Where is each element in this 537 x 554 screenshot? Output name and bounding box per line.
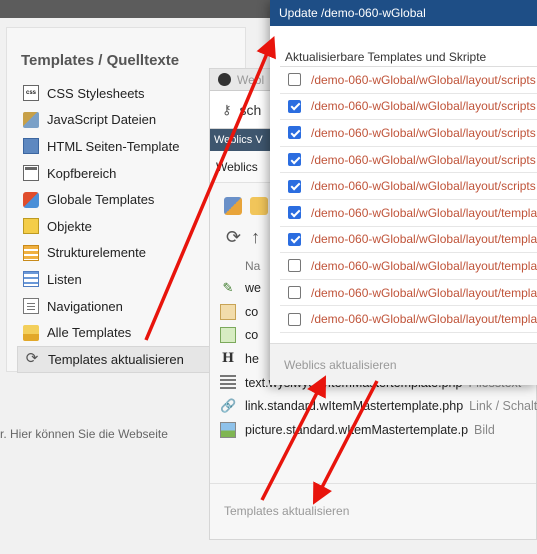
toolbar-secondary: ⟳ ↑ (226, 227, 260, 248)
weblics-update-button[interactable]: Weblics aktualisieren (284, 358, 397, 372)
file-path: /demo-060-wGlobal/wGlobal/layout/scripts (311, 72, 536, 87)
file-name: he (245, 351, 259, 366)
dialog-file-row[interactable]: /demo-060-wGlobal/wGlobal/layout/scripts (280, 94, 537, 121)
toolbar (224, 197, 268, 215)
dialog-file-row[interactable]: /demo-060-wGlobal/wGlobal/layout/templa (280, 200, 537, 227)
folder-icon[interactable] (250, 197, 268, 215)
dialog-file-row[interactable]: /demo-060-wGlobal/wGlobal/layout/templa (280, 306, 537, 333)
file-path: /demo-060-wGlobal/wGlobal/layout/templa (311, 258, 537, 273)
file-checkbox[interactable] (288, 259, 301, 273)
objects-icon (23, 218, 39, 235)
up-arrow-icon[interactable]: ↑ (251, 227, 260, 248)
file-checkbox[interactable] (288, 286, 301, 300)
picture-icon (220, 421, 236, 438)
file-checkbox[interactable] (288, 206, 301, 220)
menu-item-label: Strukturelemente (47, 245, 146, 261)
templates-update-button[interactable]: Templates aktualisieren (224, 504, 349, 518)
search-text[interactable]: sch (240, 102, 262, 118)
link-icon: 🔗 (220, 398, 237, 414)
dialog-file-row[interactable]: /demo-060-wGlobal/wGlobal/layout/templa (280, 280, 537, 307)
dialog-title: Update /demo-060-wGlobal (270, 0, 537, 26)
app-icon (218, 73, 231, 86)
menu-item-label: Templates aktualisieren (48, 351, 184, 367)
file-path: /demo-060-wGlobal/wGlobal/layout/templa (311, 285, 537, 300)
menu-item-label: Navigationen (47, 298, 123, 314)
file-row[interactable]: picture.standard.wItemMastertemplate.p Bi… (220, 418, 536, 442)
heading-icon: H (221, 350, 235, 366)
dialog-file-row[interactable]: /demo-060-wGlobal/wGlobal/layout/scripts (280, 173, 537, 200)
structure-elements-icon (23, 244, 39, 261)
menu-item-label: Globale Templates (47, 192, 155, 208)
file-checkbox[interactable] (288, 179, 301, 193)
dialog-file-row[interactable]: /demo-060-wGlobal/wGlobal/layout/scripts (280, 147, 537, 174)
window-footer: Templates aktualisieren (210, 483, 536, 539)
file-name: link.standard.wItemMastertemplate.php (245, 399, 464, 414)
text-lines-icon (220, 374, 236, 391)
description-text: r. Hier können Sie die Webseite (0, 427, 168, 441)
section-label: Weblics (216, 159, 258, 174)
menu-item-label: Kopfbereich (47, 165, 117, 181)
all-templates-folder-icon (23, 324, 39, 341)
css-file-icon: css (23, 85, 39, 102)
menu-item-label: Listen (47, 271, 82, 287)
file-path: /demo-060-wGlobal/wGlobal/layout/scripts (311, 179, 536, 194)
file-name: co (245, 304, 259, 319)
file-path: /demo-060-wGlobal/wGlobal/layout/scripts (311, 152, 536, 167)
update-dialog: Update /demo-060-wGlobal Aktualisierbare… (270, 0, 537, 385)
file-checkbox[interactable] (288, 232, 301, 246)
template-green-icon (220, 327, 236, 344)
global-templates-icon (23, 191, 39, 208)
key-icon: ⚷ (222, 101, 232, 117)
reload-icon[interactable]: ⟳ (226, 227, 241, 248)
dialog-file-row[interactable]: /demo-060-wGlobal/wGlobal/layout/templa (280, 253, 537, 280)
file-name: co (245, 328, 259, 343)
dialog-file-row[interactable]: /demo-060-wGlobal/wGlobal/layout/templa (280, 227, 537, 254)
file-checkbox[interactable] (288, 312, 301, 326)
file-path: /demo-060-wGlobal/wGlobal/layout/templa (311, 232, 537, 247)
file-type: Link / Schaltf (469, 399, 537, 414)
dialog-file-row[interactable]: /demo-060-wGlobal/wGlobal/layout/scripts (280, 67, 537, 94)
file-path: /demo-060-wGlobal/wGlobal/layout/scripts (311, 125, 536, 140)
header-icon (23, 165, 39, 182)
edit-pen-icon: ✎ (222, 279, 234, 295)
file-path: /demo-060-wGlobal/wGlobal/layout/templa (311, 205, 537, 220)
menu-item-label: Objekte (47, 218, 92, 234)
window-title: Webl (237, 72, 265, 87)
file-name: picture.standard.wItemMastertemplate.p (245, 422, 469, 437)
panel-title: Templates / Quelltexte (21, 52, 180, 69)
file-path: /demo-060-wGlobal/wGlobal/layout/templa (311, 312, 537, 327)
file-checkbox[interactable] (288, 153, 301, 167)
file-name: we (245, 280, 261, 295)
file-checkbox[interactable] (288, 73, 301, 87)
dialog-file-row[interactable]: /demo-060-wGlobal/wGlobal/layout/scripts (280, 120, 537, 147)
template-icon (220, 303, 236, 320)
updatable-files-list: /demo-060-wGlobal/wGlobal/layout/scripts… (280, 66, 537, 343)
menu-item-label: JavaScript Dateien (47, 112, 157, 128)
navigation-icon (23, 298, 39, 315)
menu-item-label: HTML Seiten-Template (47, 138, 180, 154)
menu-item-label: Alle Templates (47, 325, 132, 341)
file-checkbox[interactable] (288, 126, 301, 140)
menu-item-label: CSS Stylesheets (47, 85, 145, 101)
file-path: /demo-060-wGlobal/wGlobal/layout/scripts (311, 99, 536, 114)
list-icon (23, 271, 39, 288)
refresh-icon: ⟳ (25, 350, 39, 368)
file-checkbox[interactable] (288, 99, 301, 113)
javascript-file-icon (23, 111, 39, 128)
settings-template-icon[interactable] (224, 197, 242, 215)
dialog-footer: Weblics aktualisieren (270, 343, 537, 385)
file-row[interactable]: 🔗 link.standard.wItemMastertemplate.php Li… (220, 394, 537, 418)
html-template-icon (23, 138, 39, 155)
file-type: Bild (474, 422, 495, 437)
tab-label[interactable]: Weblics V (214, 134, 263, 146)
